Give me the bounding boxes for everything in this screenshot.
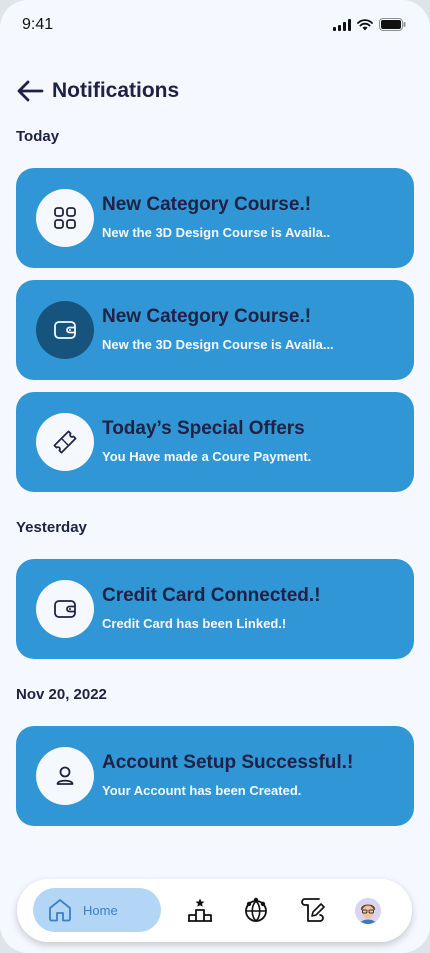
- notification-title: Account Setup Successful.!: [102, 752, 354, 773]
- wallet-icon: [54, 321, 76, 339]
- nav-home-label: Home: [83, 902, 118, 918]
- notification-title: New Category Course.!: [102, 306, 312, 327]
- notification-card[interactable]: New Category Course.! New the 3D Design …: [16, 280, 414, 380]
- notification-icon-circle: [36, 301, 94, 359]
- notification-card[interactable]: Account Setup Successful.! Your Account …: [16, 726, 414, 826]
- notification-title: New Category Course.!: [102, 194, 312, 215]
- section-label-date: Nov 20, 2022: [16, 686, 107, 703]
- notification-icon-circle: [36, 747, 94, 805]
- back-arrow-icon[interactable]: [16, 79, 44, 103]
- notification-subtitle: New the 3D Design Course is Availa...: [102, 337, 334, 352]
- notification-title: Today’s Special Offers: [102, 418, 305, 439]
- community-globe-icon[interactable]: [242, 896, 270, 924]
- edit-note-icon[interactable]: [298, 896, 326, 924]
- home-icon: [49, 899, 71, 922]
- profile-avatar[interactable]: [355, 898, 381, 924]
- notification-card[interactable]: Credit Card Connected.! Credit Card has …: [16, 559, 414, 659]
- section-label-yesterday: Yesterday: [16, 519, 87, 536]
- status-bar: 9:41: [0, 0, 430, 50]
- notification-subtitle: Credit Card has been Linked.!: [102, 616, 287, 631]
- notification-subtitle: You Have made a Coure Payment.: [102, 449, 312, 464]
- wallet-icon: [54, 600, 76, 618]
- status-icons: [333, 18, 406, 31]
- category-grid-icon: [54, 207, 76, 229]
- ticket-icon: [53, 430, 77, 454]
- notification-card[interactable]: New Category Course.! New the 3D Design …: [16, 168, 414, 268]
- avatar-face-icon: [355, 898, 381, 924]
- cellular-signal-icon: [333, 18, 351, 31]
- bottom-navigation: Home: [17, 879, 412, 942]
- notification-card[interactable]: Today’s Special Offers You Have made a C…: [16, 392, 414, 492]
- notification-icon-circle: [36, 580, 94, 638]
- status-time: 9:41: [22, 16, 54, 33]
- page-title: Notifications: [52, 79, 180, 102]
- nav-home-button[interactable]: Home: [33, 888, 161, 932]
- battery-icon: [379, 18, 406, 31]
- user-icon: [56, 766, 74, 785]
- notification-icon-circle: [36, 413, 94, 471]
- notification-subtitle: Your Account has been Created.: [102, 783, 302, 798]
- section-label-today: Today: [16, 128, 60, 145]
- notification-icon-circle: [36, 189, 94, 247]
- header: Notifications: [16, 76, 179, 106]
- leaderboard-icon[interactable]: [186, 896, 214, 924]
- notification-title: Credit Card Connected.!: [102, 585, 321, 606]
- phone-screen: 9:41 Notifications Today New Category Co…: [0, 0, 430, 953]
- wifi-icon: [357, 18, 373, 30]
- notification-subtitle: New the 3D Design Course is Availa..: [102, 225, 331, 240]
